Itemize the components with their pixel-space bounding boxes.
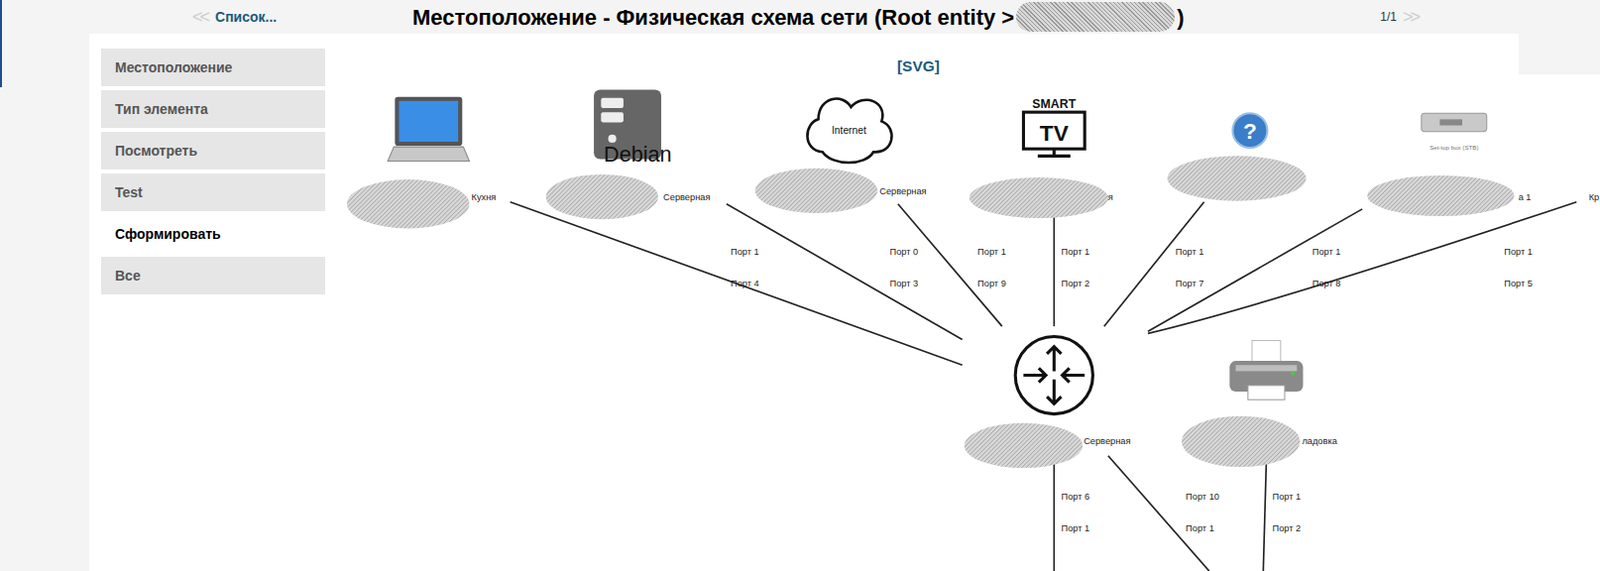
link-line <box>1147 202 1577 335</box>
menu-item[interactable]: Сформировать <box>101 215 326 253</box>
link-line <box>1262 460 1266 571</box>
node-label: Кр <box>1589 192 1600 203</box>
last-page-icon: >> <box>1402 3 1418 31</box>
redaction-blob <box>1181 416 1300 467</box>
printer-icon <box>1229 341 1303 401</box>
link-line <box>1052 217 1055 327</box>
content-panel: Местоположение Тип элемента Посмотреть Test… <box>89 33 1519 571</box>
edge-strip <box>0 0 2 88</box>
port-label: Порт 8 <box>1312 278 1342 289</box>
port-label: Порт 1 <box>730 246 760 257</box>
diagram-label: Set-top box (STB) <box>1429 143 1479 151</box>
link-line <box>1147 209 1363 332</box>
port-label: Порт 5 <box>1503 278 1533 289</box>
menu-label: Местоположение <box>114 57 232 79</box>
redaction-blob <box>546 174 659 220</box>
menu-label: Посмотреть <box>114 140 198 162</box>
redaction-blob <box>1367 175 1514 217</box>
header: << Список... Местоположение - Физическая с… <box>0 0 1600 34</box>
tv-icon: SMART TV <box>1023 97 1085 156</box>
server-icon: Debian <box>593 90 672 167</box>
node-label: Серверная <box>1083 436 1131 447</box>
link-line <box>726 204 963 341</box>
port-label: Порт 1 <box>1061 523 1091 534</box>
menu-label: Тип элемента <box>114 99 209 120</box>
redaction-blob <box>964 423 1083 468</box>
menu-label: Test <box>114 182 143 204</box>
port-label: Порт 1 <box>1175 246 1205 257</box>
menu-label: Все <box>114 265 141 287</box>
port-label: Порт 1 <box>1503 246 1533 257</box>
port-label: Порт 2 <box>1272 523 1302 534</box>
port-label: Порт 4 <box>730 278 760 289</box>
redaction-blob <box>346 179 470 229</box>
link-line <box>510 202 963 366</box>
node-label: Кухня <box>471 192 497 203</box>
page-title: Местоположение - Физическая схема сети (… <box>412 0 1185 34</box>
cloud-icon: Internet <box>806 99 892 163</box>
router-icon <box>1015 336 1093 414</box>
back-nav: << Список... <box>192 3 413 31</box>
network-diagram: [SVG] Порт 1 Порт 4 Порт 0 Порт 3 Порт 1 Порт … <box>0 0 1600 571</box>
port-label: Порт 7 <box>1175 278 1205 289</box>
port-label: Порт 2 <box>1061 278 1091 289</box>
menu-item[interactable]: Местоположение <box>101 48 326 87</box>
redaction-blob <box>755 168 879 214</box>
port-label: Порт 1 <box>977 246 1007 257</box>
node-label: а 1 <box>1518 192 1532 203</box>
port-label: Порт 9 <box>977 278 1007 289</box>
redaction-blob <box>969 177 1109 219</box>
pager: 1/1 >> <box>1379 3 1418 31</box>
title-end: ) <box>1176 0 1184 34</box>
side-menu: Местоположение Тип элемента Посмотреть Test… <box>101 48 326 295</box>
node-label: Серверная <box>879 186 926 197</box>
unknown-icon: ? <box>1232 113 1267 148</box>
page-counter: 1/1 <box>1379 7 1397 26</box>
port-label: Порт 6 <box>1061 491 1091 502</box>
link-line <box>1104 202 1205 327</box>
title-text: Местоположение - Физическая схема сети (… <box>412 0 1015 34</box>
menu-item[interactable]: Тип элемента <box>101 90 326 128</box>
port-label: Порт 1 <box>1312 246 1342 257</box>
port-label: Порт 1 <box>1185 523 1215 534</box>
notebook-icon <box>387 97 469 162</box>
node-label: Серверная <box>663 192 710 203</box>
diagram-label: TV <box>1039 120 1069 146</box>
diagram-label: Debian <box>603 141 672 167</box>
menu-item[interactable]: Все <box>101 256 326 295</box>
redaction-blob <box>1167 155 1307 201</box>
svg-link[interactable]: [SVG] <box>897 57 940 75</box>
port-label: Порт 0 <box>890 246 919 257</box>
menu-item[interactable]: Test <box>101 173 326 212</box>
menu-item[interactable]: Посмотреть <box>101 131 326 170</box>
node-label: ладовка <box>1301 436 1338 447</box>
diagram-label: SMART <box>1031 97 1076 112</box>
port-label: Порт 10 <box>1185 491 1220 502</box>
menu-label: Сформировать <box>114 224 222 245</box>
diagram-label: Internet <box>831 124 867 136</box>
link-line <box>1052 463 1055 571</box>
stb-icon: Set-top box (STB) <box>1421 113 1487 151</box>
port-label: Порт 1 <box>1061 246 1091 257</box>
link-line <box>1108 456 1210 571</box>
port-label: Порт 3 <box>890 278 919 289</box>
link-line <box>898 204 1003 327</box>
port-label: Порт 1 <box>1272 491 1302 502</box>
back-link[interactable]: Список... <box>215 6 277 28</box>
diagram-label: ? <box>1243 118 1258 144</box>
node-label: ня <box>1103 192 1114 203</box>
first-page-icon: << <box>192 3 208 31</box>
redaction-blob <box>1016 1 1175 32</box>
